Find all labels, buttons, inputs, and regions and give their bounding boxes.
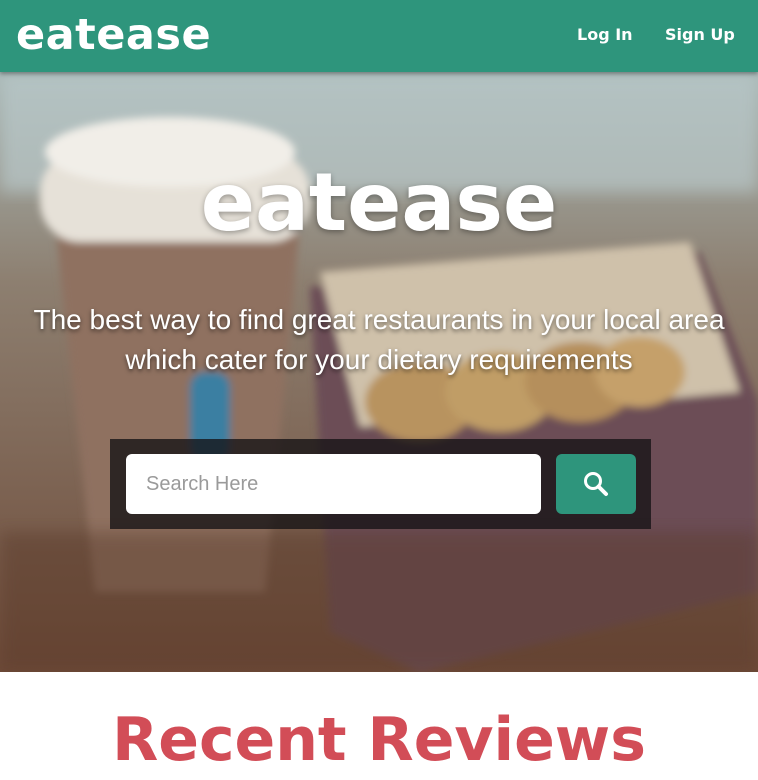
search-button[interactable] (556, 454, 636, 514)
search-input[interactable] (126, 454, 541, 514)
site-logo[interactable]: eatease (16, 10, 211, 60)
search-panel (110, 439, 651, 529)
recent-reviews-heading: Recent Reviews (112, 705, 646, 775)
hero-title: eatease (200, 156, 558, 249)
top-navbar: eatease Log In Sign Up (0, 0, 758, 72)
search-icon (584, 472, 608, 496)
login-link[interactable]: Log In (577, 24, 633, 46)
hero-section: eatease The best way to find great resta… (0, 72, 758, 672)
signup-link[interactable]: Sign Up (665, 24, 735, 46)
hero-tagline: The best way to find great restaurants i… (33, 304, 725, 375)
